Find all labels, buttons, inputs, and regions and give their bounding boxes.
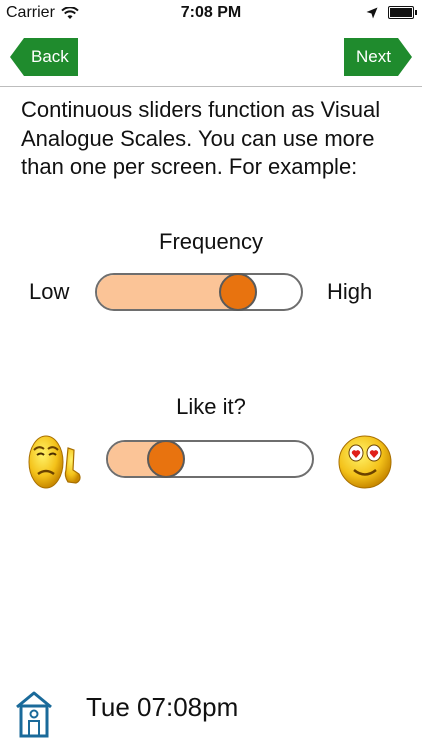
status-bar: Carrier 7:08 PM — [0, 0, 422, 28]
footer-time: Tue 07:08pm — [86, 692, 239, 722]
frequency-high-label: High — [327, 279, 373, 304]
like-it-slider-thumb[interactable] — [146, 440, 185, 478]
like-it-title: Like it? — [176, 394, 246, 419]
status-time: 7:08 PM — [180, 4, 242, 21]
back-button[interactable]: Back — [10, 38, 78, 76]
unhappy-face-thumbs-down-icon — [28, 435, 81, 489]
frequency-slider[interactable] — [95, 273, 303, 311]
like-it-slider[interactable] — [106, 440, 314, 478]
next-button[interactable]: Next — [344, 38, 412, 76]
battery-icon — [388, 6, 417, 19]
screen: Carrier 7:08 PM Back Next Continuous sli… — [0, 0, 422, 750]
back-button-label: Back — [31, 47, 69, 66]
nav-bar: Back Next — [0, 28, 422, 87]
love-eyes-face-icon — [338, 435, 392, 489]
location-arrow-icon — [366, 7, 378, 18]
instructions-text: Continuous sliders function as Visual An… — [21, 97, 381, 179]
frequency-title: Frequency — [159, 229, 263, 254]
status-right — [366, 6, 417, 19]
home-icon[interactable] — [15, 690, 53, 738]
next-button-label: Next — [356, 47, 391, 66]
frequency-slider-thumb[interactable] — [219, 273, 258, 311]
frequency-low-label: Low — [29, 279, 70, 304]
